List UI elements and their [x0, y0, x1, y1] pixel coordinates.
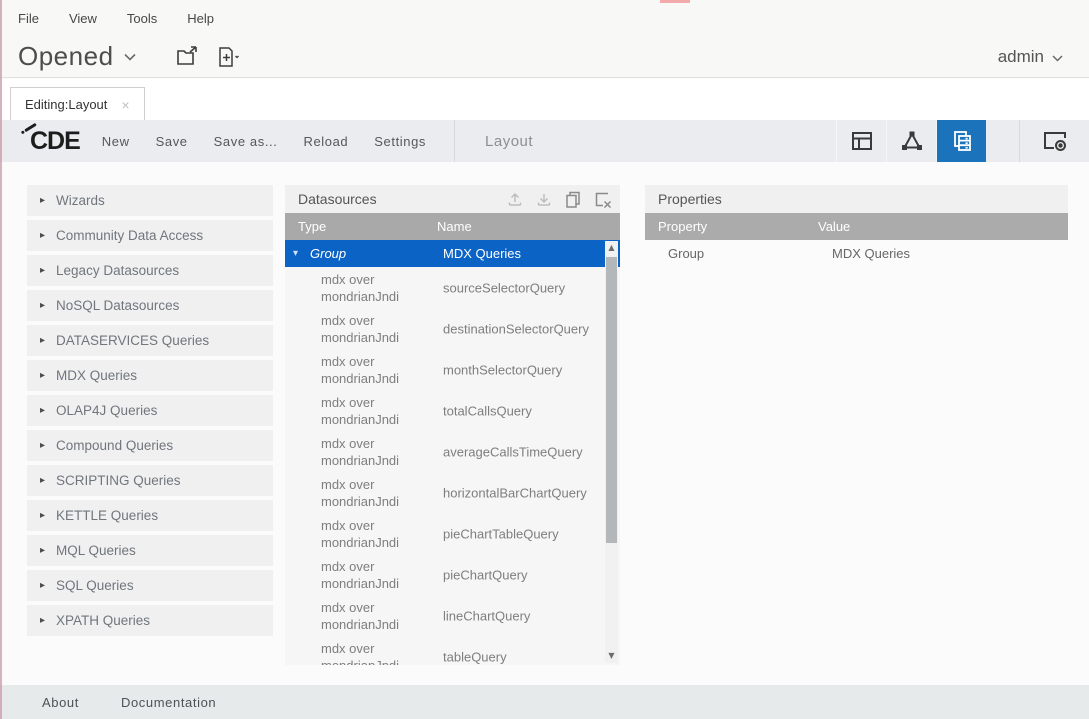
opened-label: Opened [18, 41, 114, 72]
triangle-right-icon: ▸ [40, 580, 45, 591]
sidebar-item-legacy-datasources[interactable]: ▸ Legacy Datasources [27, 255, 273, 286]
datasources-panel-button[interactable] [936, 120, 986, 162]
window-left-border [0, 0, 2, 719]
sidebar-item-compound-queries[interactable]: ▸ Compound Queries [27, 430, 273, 461]
sidebar-item-sql-queries[interactable]: ▸ SQL Queries [27, 570, 273, 601]
save-as-button[interactable]: Save as... [214, 134, 278, 149]
column-name: Name [437, 219, 472, 234]
preview-button[interactable] [1019, 120, 1089, 162]
toolbar-divider [454, 120, 455, 162]
datasource-type-sidebar: ▸ Wizards ▸ Community Data Access ▸ Lega… [27, 185, 273, 636]
new-file-icon[interactable] [216, 46, 240, 68]
preview-icon [1041, 128, 1069, 154]
new-button[interactable]: New [102, 134, 130, 149]
triangle-right-icon: ▸ [40, 545, 45, 556]
datasource-group-row[interactable]: ▾ Group MDX Queries [285, 240, 620, 267]
triangle-right-icon: ▸ [40, 405, 45, 416]
opened-dropdown[interactable]: Opened [18, 41, 136, 72]
header-row: Opened admin [0, 36, 1089, 78]
documentation-link[interactable]: Documentation [121, 695, 216, 710]
panel-title: Layout [485, 120, 533, 162]
properties-panel: Properties Property Value Group MDX Quer… [645, 185, 1068, 267]
layout-panel-button[interactable] [836, 120, 886, 162]
components-panel-icon [899, 128, 925, 154]
sidebar-item-scripting-queries[interactable]: ▸ SCRIPTING Queries [27, 465, 273, 496]
triangle-right-icon: ▸ [40, 335, 45, 346]
delete-icon[interactable] [593, 190, 612, 208]
user-label: admin [998, 47, 1044, 67]
sidebar-item-mdx-queries[interactable]: ▸ MDX Queries [27, 360, 273, 391]
datasources-panel: Datasources [285, 185, 620, 665]
sidebar-item-mql-queries[interactable]: ▸ MQL Queries [27, 535, 273, 566]
column-type: Type [285, 219, 326, 234]
menu-file[interactable]: File [18, 11, 39, 26]
datasources-panel-title: Datasources [298, 191, 377, 207]
footer: About Documentation [0, 685, 1089, 719]
datasources-table-header: Type Name [285, 213, 620, 240]
scrollbar[interactable]: ▲ ▼ [605, 241, 618, 663]
datasource-row[interactable]: mdx over mondrianJndi tableQuery [285, 636, 620, 665]
user-menu[interactable]: admin [998, 47, 1063, 67]
datasource-row[interactable]: mdx over mondrianJndi horizontalBarChart… [285, 472, 620, 513]
scroll-down-icon[interactable]: ▼ [605, 649, 618, 663]
chevron-down-icon [1052, 47, 1063, 67]
sidebar-item-community-data-access[interactable]: ▸ Community Data Access [27, 220, 273, 251]
tab-bar: Editing:Layout × [0, 79, 1089, 120]
export-icon[interactable] [506, 190, 524, 208]
properties-panel-title: Properties [658, 191, 722, 207]
copy-icon[interactable] [564, 190, 582, 208]
settings-button[interactable]: Settings [374, 134, 426, 149]
triangle-right-icon: ▸ [40, 510, 45, 521]
save-button[interactable]: Save [156, 134, 188, 149]
open-folder-icon[interactable] [176, 46, 200, 68]
datasources-panel-icon [949, 128, 975, 154]
sidebar-item-kettle-queries[interactable]: ▸ KETTLE Queries [27, 500, 273, 531]
components-panel-button[interactable] [886, 120, 936, 162]
cde-logo: CDE [30, 120, 80, 162]
datasource-row[interactable]: mdx over mondrianJndi monthSelectorQuery [285, 349, 620, 390]
about-link[interactable]: About [42, 695, 79, 710]
triangle-right-icon: ▸ [40, 370, 45, 381]
menu-view[interactable]: View [69, 11, 97, 26]
triangle-right-icon: ▸ [40, 615, 45, 626]
sidebar-item-dataservices-queries[interactable]: ▸ DATASERVICES Queries [27, 325, 273, 356]
import-icon[interactable] [535, 190, 553, 208]
triangle-right-icon: ▸ [40, 440, 45, 451]
menu-tools[interactable]: Tools [127, 11, 157, 26]
reload-button[interactable]: Reload [303, 134, 348, 149]
property-row[interactable]: Group MDX Queries [645, 240, 1068, 267]
datasource-row[interactable]: mdx over mondrianJndi averageCallsTimeQu… [285, 431, 620, 472]
datasource-row[interactable]: mdx over mondrianJndi lineChartQuery [285, 595, 620, 636]
datasource-row[interactable]: mdx over mondrianJndi pieChartQuery [285, 554, 620, 595]
chevron-down-icon [124, 48, 136, 66]
triangle-right-icon: ▸ [40, 195, 45, 206]
sidebar-item-olap4j-queries[interactable]: ▸ OLAP4J Queries [27, 395, 273, 426]
column-property: Property [645, 219, 707, 234]
alert-strip [660, 0, 690, 3]
editor-toolbar: CDE New Save Save as... Reload Settings … [0, 120, 1089, 162]
triangle-right-icon: ▸ [40, 265, 45, 276]
datasource-row[interactable]: mdx over mondrianJndi destinationSelecto… [285, 308, 620, 349]
tab-label: Editing:Layout [25, 97, 107, 112]
menu-help[interactable]: Help [187, 11, 214, 26]
triangle-right-icon: ▸ [40, 475, 45, 486]
sidebar-item-wizards[interactable]: ▸ Wizards [27, 185, 273, 216]
layout-panel-icon [849, 128, 875, 154]
scrollbar-thumb[interactable] [606, 257, 617, 543]
scroll-up-icon[interactable]: ▲ [605, 241, 618, 255]
triangle-down-icon[interactable]: ▾ [293, 248, 298, 259]
datasource-row[interactable]: mdx over mondrianJndi pieChartTableQuery [285, 513, 620, 554]
triangle-right-icon: ▸ [40, 300, 45, 311]
datasource-row[interactable]: mdx over mondrianJndi totalCallsQuery [285, 390, 620, 431]
triangle-right-icon: ▸ [40, 230, 45, 241]
menubar: File View Tools Help [0, 0, 1089, 36]
sidebar-item-nosql-datasources[interactable]: ▸ NoSQL Datasources [27, 290, 273, 321]
properties-table-header: Property Value [645, 213, 1068, 240]
tab-editing-layout[interactable]: Editing:Layout × [10, 87, 145, 121]
column-value: Value [818, 219, 850, 234]
datasource-row[interactable]: mdx over mondrianJndi sourceSelectorQuer… [285, 267, 620, 308]
sidebar-item-xpath-queries[interactable]: ▸ XPATH Queries [27, 605, 273, 636]
close-icon[interactable]: × [121, 98, 129, 112]
